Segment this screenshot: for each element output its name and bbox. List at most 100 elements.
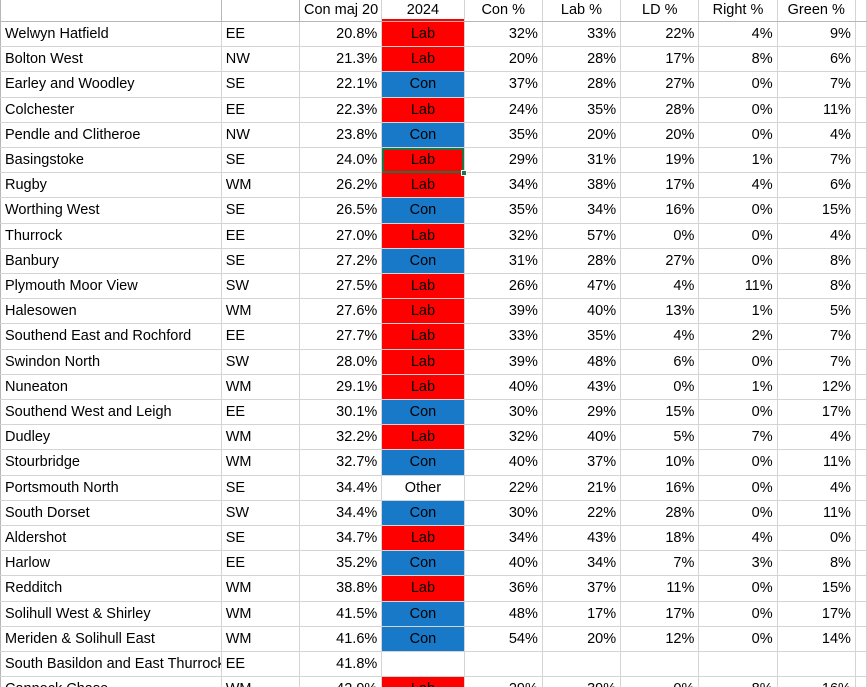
cell-region[interactable]: SE: [221, 475, 301, 501]
cell-ld-pct[interactable]: 17%: [620, 601, 700, 627]
cell-2024-winner[interactable]: Lab: [381, 323, 465, 350]
cell-lab-pct[interactable]: 43%: [542, 374, 622, 401]
cell-con-pct[interactable]: 32%: [464, 424, 543, 451]
cell-region[interactable]: NW: [221, 46, 301, 73]
cell-2024-winner[interactable]: Lab: [381, 676, 465, 687]
cell-2024-winner[interactable]: Con: [381, 626, 465, 653]
cell-ld-pct[interactable]: 5%: [620, 424, 700, 451]
cell-con-majority[interactable]: 22.3%: [299, 97, 383, 123]
cell-con-majority[interactable]: 42.9%: [299, 676, 383, 687]
table-row[interactable]: Earley and Woodley SE 22.1% Con 37% 28% 27% 0% 7…: [0, 71, 867, 98]
cell-right-pct[interactable]: 4%: [698, 525, 778, 552]
cell-2024-winner[interactable]: Con: [381, 197, 465, 224]
cell-con-majority[interactable]: 41.6%: [299, 626, 383, 653]
cell-region[interactable]: EE: [221, 651, 301, 678]
cell-lab-pct[interactable]: 31%: [542, 147, 622, 174]
cell-green-pct[interactable]: 7%: [777, 71, 856, 98]
table-row[interactable]: Southend West and Leigh EE 30.1% Con 30% 29% 1…: [0, 399, 867, 426]
cell-region[interactable]: WM: [221, 601, 301, 627]
cell-ld-pct[interactable]: 17%: [620, 46, 700, 73]
cell-lab-pct[interactable]: 40%: [542, 298, 622, 325]
cell-con-pct[interactable]: 40%: [464, 374, 543, 401]
cell-2024-winner[interactable]: Lab: [381, 223, 465, 249]
cell-right-pct[interactable]: 8%: [698, 46, 778, 73]
cell-constituency[interactable]: Worthing West: [0, 197, 222, 224]
cell-green-pct[interactable]: 7%: [777, 147, 856, 174]
cell-lab-pct[interactable]: 48%: [542, 349, 622, 375]
cell-constituency[interactable]: Meriden & Solihull East: [0, 626, 222, 653]
cell-constituency[interactable]: Bolton West: [0, 46, 222, 73]
table-row[interactable]: Plymouth Moor View SW 27.5% Lab 26% 47% 4% 11% 8…: [0, 273, 867, 300]
cell-constituency[interactable]: Banbury: [0, 248, 222, 275]
cell-lab-pct[interactable]: 29%: [542, 399, 622, 426]
cell-ld-pct[interactable]: 27%: [620, 71, 700, 98]
cell-2024-winner[interactable]: Lab: [381, 525, 465, 552]
cell-con-pct[interactable]: 36%: [464, 575, 543, 602]
cell-lab-pct[interactable]: 38%: [542, 172, 622, 199]
cell-2024-winner[interactable]: Con: [381, 71, 465, 98]
cell-2024-winner[interactable]: [381, 651, 465, 678]
cell-right-pct[interactable]: 2%: [698, 323, 778, 350]
cell-green-pct[interactable]: 12%: [777, 374, 856, 401]
cell-constituency[interactable]: South Dorset: [0, 500, 222, 527]
cell-right-pct[interactable]: 4%: [698, 172, 778, 199]
table-row[interactable]: Meriden & Solihull East WM 41.6% Con 54% 20% 1…: [0, 626, 867, 653]
cell-2024-winner[interactable]: Con: [381, 399, 465, 426]
cell-region[interactable]: EE: [221, 323, 301, 350]
cell-lab-pct[interactable]: 57%: [542, 223, 622, 249]
cell-right-pct[interactable]: [698, 651, 778, 678]
cell-green-pct[interactable]: 0%: [777, 525, 856, 552]
cell-lab-pct[interactable]: 39%: [542, 676, 622, 687]
cell-con-pct[interactable]: 31%: [464, 248, 543, 275]
cell-lab-pct[interactable]: 28%: [542, 46, 622, 73]
cell-lab-pct[interactable]: 34%: [542, 197, 622, 224]
cell-green-pct[interactable]: 17%: [777, 399, 856, 426]
cell-ld-pct[interactable]: 0%: [620, 223, 700, 249]
cell-con-pct[interactable]: 35%: [464, 197, 543, 224]
cell-green-pct[interactable]: 17%: [777, 601, 856, 627]
cell-green-pct[interactable]: 4%: [777, 424, 856, 451]
cell-con-pct[interactable]: 32%: [464, 223, 543, 249]
cell-con-majority[interactable]: 32.2%: [299, 424, 383, 451]
cell-constituency[interactable]: Rugby: [0, 172, 222, 199]
cell-ld-pct[interactable]: 28%: [620, 500, 700, 527]
cell-2024-winner[interactable]: Con: [381, 248, 465, 275]
cell-constituency[interactable]: Solihull West & Shirley: [0, 601, 222, 627]
cell-2024-winner[interactable]: Lab: [381, 298, 465, 325]
table-row[interactable]: Solihull West & Shirley WM 41.5% Con 48% 17% 1…: [0, 601, 867, 627]
cell-lab-pct[interactable]: 28%: [542, 71, 622, 98]
cell-ld-pct[interactable]: 15%: [620, 399, 700, 426]
cell-green-pct[interactable]: 16%: [777, 676, 856, 687]
column-header-green-pct[interactable]: Green %: [777, 0, 856, 22]
cell-con-pct[interactable]: 40%: [464, 550, 543, 577]
cell-right-pct[interactable]: 1%: [698, 374, 778, 401]
cell-region[interactable]: WM: [221, 374, 301, 401]
cell-con-pct[interactable]: 26%: [464, 273, 543, 300]
cell-con-majority[interactable]: 21.3%: [299, 46, 383, 73]
cell-green-pct[interactable]: 15%: [777, 575, 856, 602]
cell-con-majority[interactable]: 41.8%: [299, 651, 383, 678]
cell-constituency[interactable]: Halesowen: [0, 298, 222, 325]
cell-con-pct[interactable]: 40%: [464, 449, 543, 476]
cell-ld-pct[interactable]: 0%: [620, 676, 700, 687]
cell-green-pct[interactable]: 4%: [777, 475, 856, 501]
cell-region[interactable]: WM: [221, 626, 301, 653]
cell-con-majority[interactable]: 27.6%: [299, 298, 383, 325]
table-row[interactable]: Harlow EE 35.2% Con 40% 34% 7% 3% 8%: [0, 550, 867, 577]
cell-green-pct[interactable]: 11%: [777, 97, 856, 123]
cell-region[interactable]: EE: [221, 399, 301, 426]
cell-con-majority[interactable]: 29.1%: [299, 374, 383, 401]
cell-lab-pct[interactable]: 17%: [542, 601, 622, 627]
cell-ld-pct[interactable]: 18%: [620, 525, 700, 552]
cell-green-pct[interactable]: [777, 651, 856, 678]
cell-2024-winner[interactable]: Con: [381, 601, 465, 627]
cell-con-majority[interactable]: 30.1%: [299, 399, 383, 426]
cell-region[interactable]: SW: [221, 349, 301, 375]
cell-right-pct[interactable]: 0%: [698, 97, 778, 123]
cell-region[interactable]: EE: [221, 97, 301, 123]
cell-lab-pct[interactable]: 37%: [542, 575, 622, 602]
cell-ld-pct[interactable]: 13%: [620, 298, 700, 325]
cell-green-pct[interactable]: 15%: [777, 197, 856, 224]
cell-right-pct[interactable]: 0%: [698, 349, 778, 375]
cell-right-pct[interactable]: 0%: [698, 248, 778, 275]
